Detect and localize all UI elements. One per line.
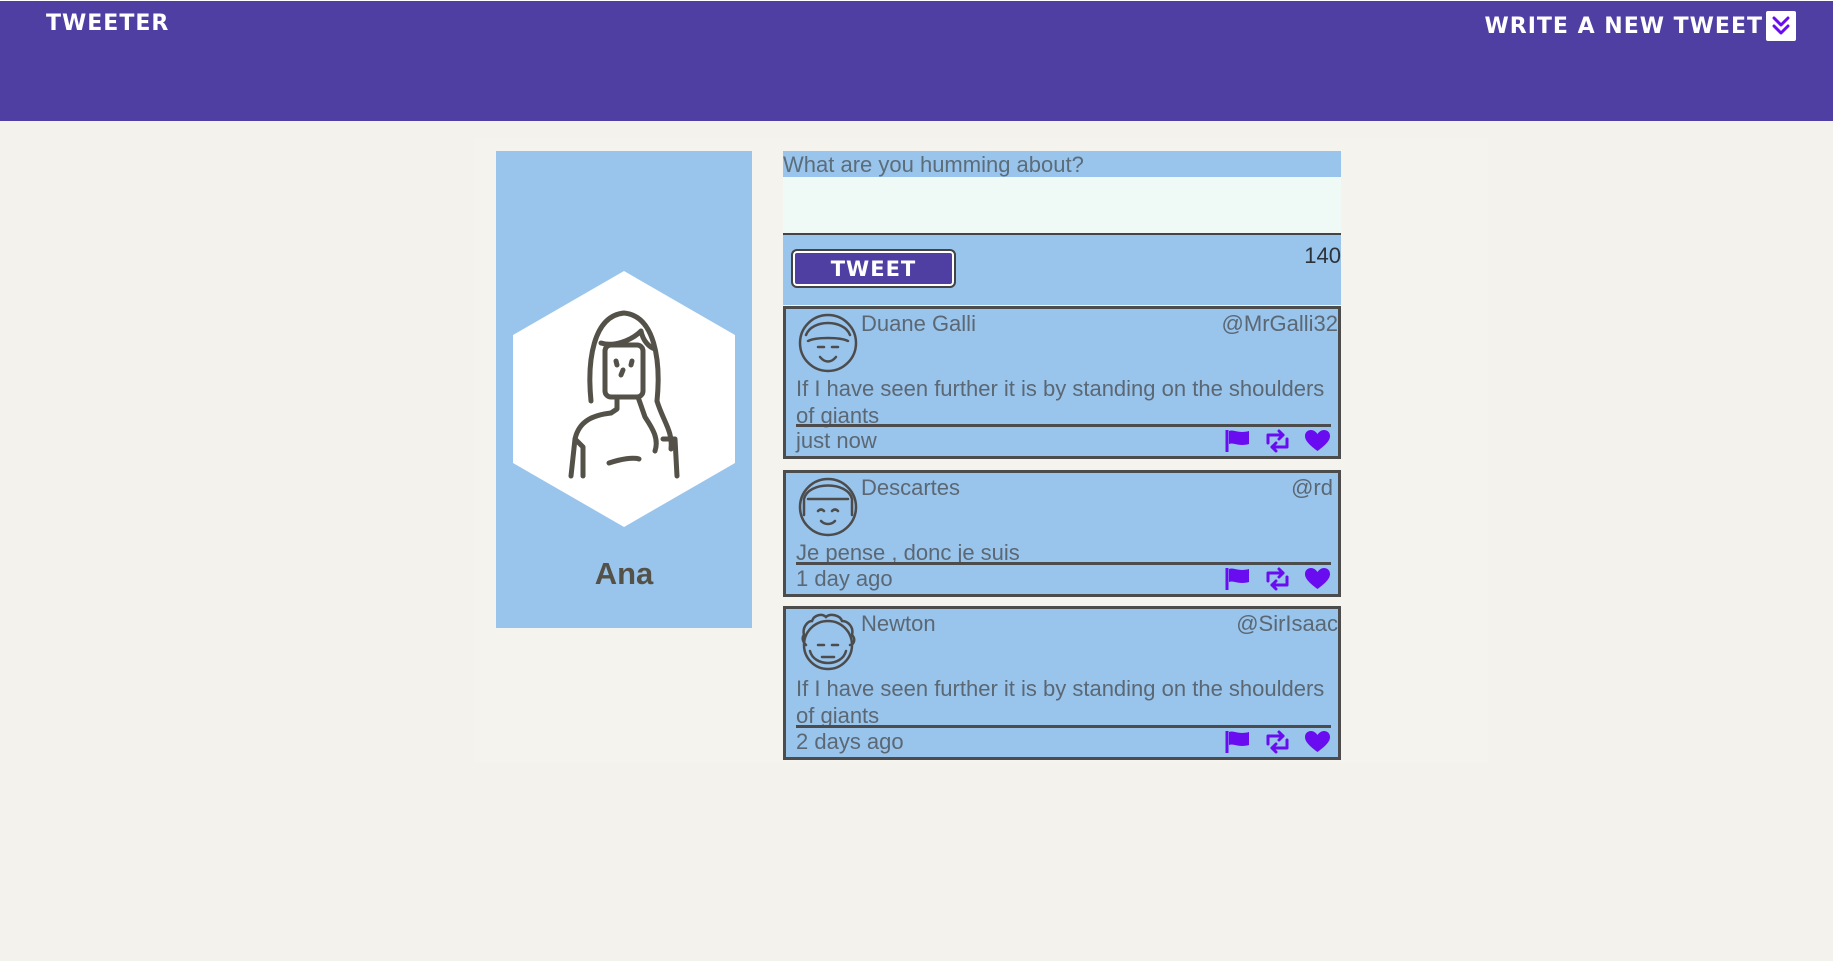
char-counter: 140 bbox=[1304, 243, 1341, 268]
write-new-tweet-toggle[interactable]: Write a new tweet bbox=[1485, 11, 1796, 41]
tweet-author-handle: @rd bbox=[1291, 475, 1333, 500]
retweet-icon[interactable] bbox=[1264, 429, 1291, 453]
heart-icon[interactable] bbox=[1304, 567, 1331, 591]
tweet-author-handle: @SirIsaac bbox=[1236, 611, 1338, 636]
profile-name: Ana bbox=[594, 556, 654, 591]
retweet-icon[interactable] bbox=[1264, 730, 1291, 754]
tweet-button[interactable]: Tweet bbox=[791, 249, 956, 288]
heart-icon[interactable] bbox=[1304, 730, 1331, 754]
tweet-card: Descartes @rd Je pense , donc je suis 1 … bbox=[783, 470, 1341, 597]
user-avatar-icon bbox=[801, 613, 856, 671]
tweet-timestamp: 2 days ago bbox=[796, 729, 904, 754]
tweet-text-input[interactable] bbox=[783, 177, 1341, 235]
composer-prompt-label: What are you humming about? bbox=[783, 151, 1341, 177]
top-nav: Tweeter Write a new tweet bbox=[0, 0, 1833, 121]
flag-icon[interactable] bbox=[1224, 730, 1251, 754]
double-chevron-down-icon[interactable] bbox=[1766, 11, 1796, 41]
tweet-author-name: Descartes bbox=[861, 475, 961, 500]
heart-icon[interactable] bbox=[1304, 429, 1331, 453]
write-new-tweet-label[interactable]: Write a new tweet bbox=[1485, 14, 1763, 39]
tweet-footer: just now bbox=[796, 424, 1331, 456]
tweet-body: If I have seen further it is by standing… bbox=[796, 376, 1325, 428]
tweet-actions bbox=[1224, 567, 1331, 591]
tweet-footer: 2 days ago bbox=[796, 725, 1331, 757]
user-avatar-icon bbox=[798, 313, 858, 373]
tweet-composer: What are you humming about? Tweet 140 bbox=[783, 151, 1341, 305]
retweet-icon[interactable] bbox=[1264, 567, 1291, 591]
flag-icon[interactable] bbox=[1224, 567, 1251, 591]
tweet-actions bbox=[1224, 730, 1331, 754]
user-avatar-icon bbox=[798, 477, 858, 537]
tweet-timestamp: 1 day ago bbox=[796, 566, 893, 591]
tweet-author-name: Newton bbox=[861, 611, 936, 636]
tweet-card: Duane Galli @MrGalli32 If I have seen fu… bbox=[783, 306, 1341, 459]
tweet-actions bbox=[1224, 429, 1331, 453]
profile-card: Ana bbox=[496, 151, 752, 628]
tweet-timestamp: just now bbox=[796, 428, 877, 453]
profile-avatar bbox=[513, 271, 735, 527]
flag-icon[interactable] bbox=[1224, 429, 1251, 453]
tweet-footer: 1 day ago bbox=[796, 562, 1331, 594]
brand-logo[interactable]: Tweeter bbox=[46, 11, 169, 36]
tweet-author-name: Duane Galli bbox=[861, 311, 976, 336]
tweet-card: Newton @SirIsaac If I have seen further … bbox=[783, 606, 1341, 760]
tweet-body: If I have seen further it is by standing… bbox=[796, 676, 1325, 728]
tweet-author-handle: @MrGalli32 bbox=[1221, 311, 1338, 336]
